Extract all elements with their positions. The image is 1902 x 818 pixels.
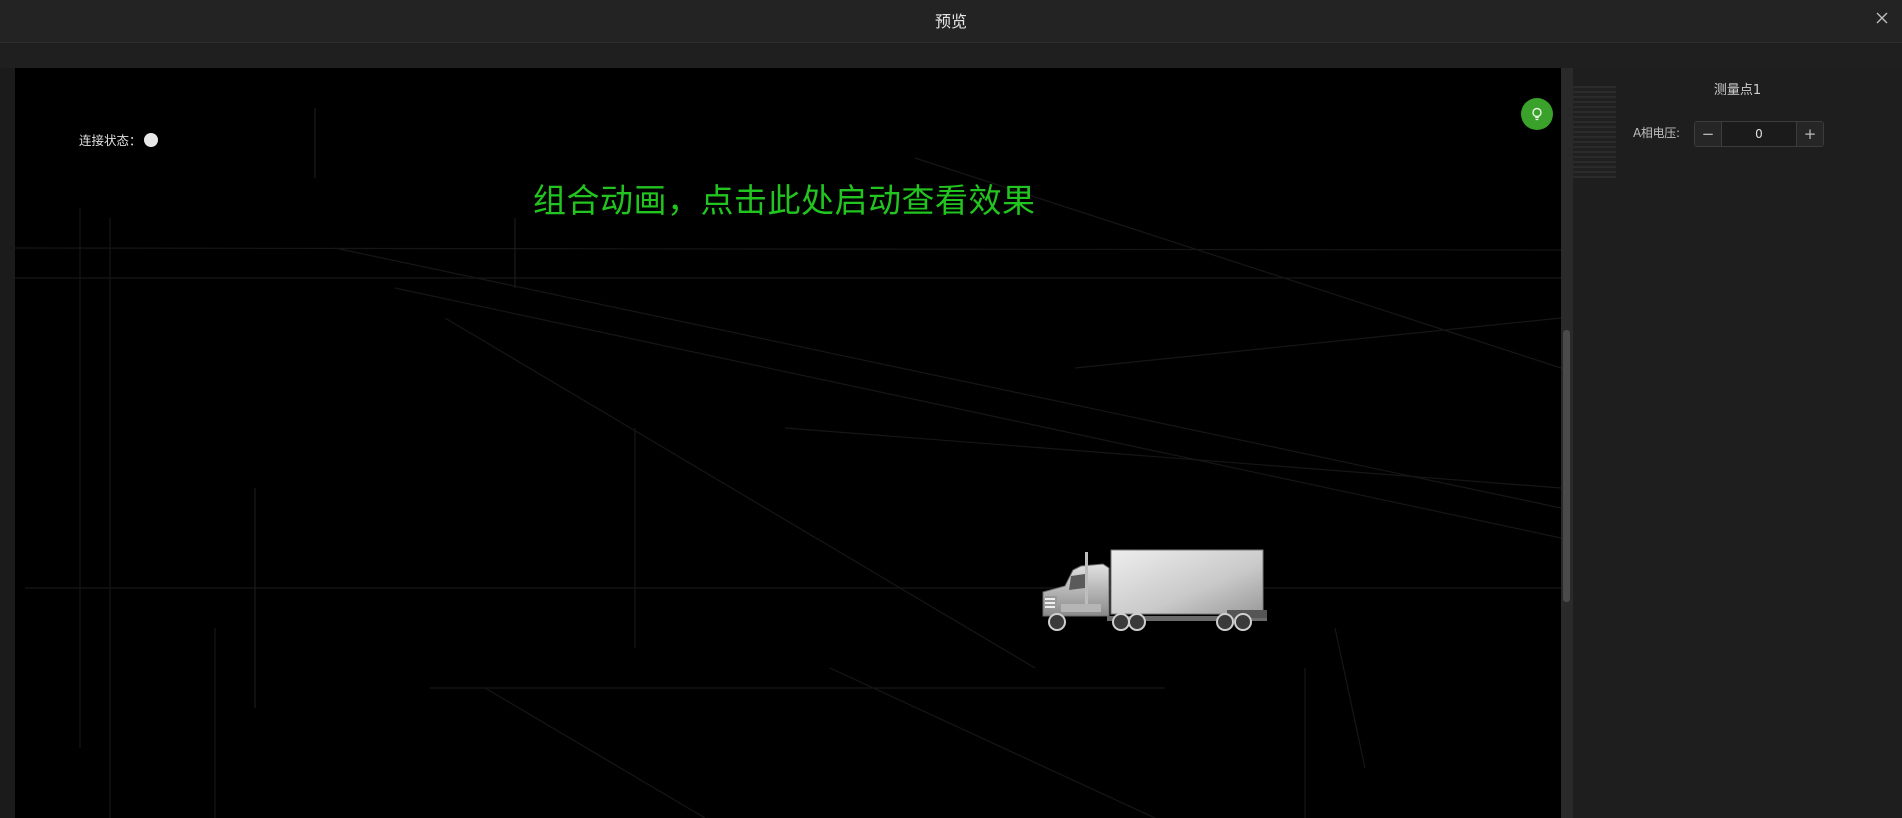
dialog-subbar (0, 43, 1902, 68)
truck-image (1042, 549, 1267, 631)
voltage-a-label: A相电压: (1633, 126, 1680, 140)
preview-canvas[interactable]: 连接状态： 组合动画，点击此处启动查看效果 (15, 68, 1561, 818)
connection-status: 连接状态： (79, 130, 158, 149)
dialog-title: 预览 (934, 12, 967, 31)
close-icon[interactable] (1870, 6, 1894, 30)
measure-point-title: 测量点1 (1713, 83, 1762, 98)
connection-status-label: 连接状态： (79, 133, 142, 148)
increment-button[interactable]: + (1796, 122, 1823, 146)
voltage-a-input[interactable] (1722, 122, 1796, 146)
dialog-titlebar: 预览 (0, 0, 1902, 43)
voltage-a-stepper[interactable]: − + (1694, 121, 1824, 147)
status-dot-icon (143, 132, 158, 147)
lightbulb-icon[interactable] (1521, 98, 1553, 130)
start-animation-hint[interactable]: 组合动画，点击此处启动查看效果 (533, 174, 1036, 222)
scrollbar-thumb[interactable] (1563, 330, 1570, 602)
decrement-button[interactable]: − (1695, 122, 1722, 146)
properties-panel (1561, 68, 1902, 818)
